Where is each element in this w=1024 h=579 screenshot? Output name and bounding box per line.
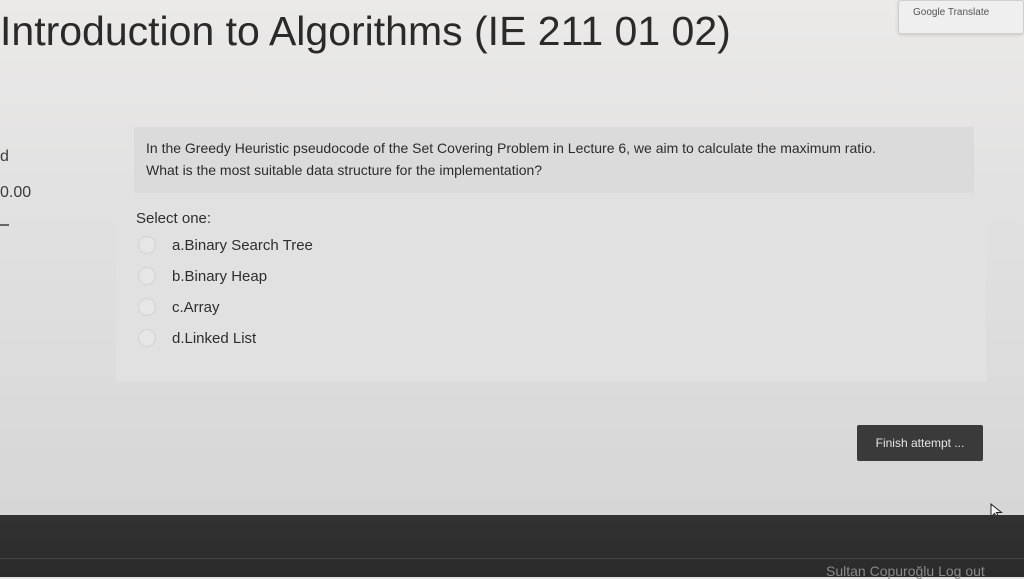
radio-c[interactable] [138, 298, 156, 316]
option-d-label: d.Linked List [172, 329, 257, 347]
answer-area [116, 193, 986, 382]
page-title: Introduction to Algorithms (IE 211 01 02… [0, 8, 731, 54]
option-d[interactable]: d.Linked List [138, 327, 256, 349]
option-b[interactable]: b.Binary Heap [138, 265, 267, 287]
option-a[interactable]: a.Binary Search Tree [138, 234, 313, 256]
google-translate-button[interactable]: Google Translate [898, 0, 1024, 34]
radio-d[interactable] [138, 329, 156, 347]
option-c-label: c.Array [172, 298, 220, 316]
option-b-label: b.Binary Heap [172, 267, 268, 285]
select-one-prompt: Select one: [136, 210, 212, 227]
page-content: Introduction to Algorithms (IE 211 01 02… [0, 0, 1024, 521]
footer-divider [0, 558, 1024, 559]
info-divider [0, 224, 9, 226]
option-a-label: a.Binary Search Tree [172, 236, 313, 254]
question-marks-fragment: 0.00 [0, 184, 32, 201]
option-c[interactable]: c.Array [138, 296, 220, 318]
question-text-box: In the Greedy Heuristic pseudocode of th… [134, 127, 974, 193]
radio-a[interactable] [138, 236, 156, 254]
question-text-line-1: In the Greedy Heuristic pseudocode of th… [146, 140, 876, 156]
finish-attempt-button[interactable]: Finish attempt ... [857, 425, 983, 461]
radio-b[interactable] [138, 267, 156, 285]
question-status-fragment: d [0, 148, 9, 165]
question-text-line-2: What is the most suitable data structure… [146, 162, 543, 178]
